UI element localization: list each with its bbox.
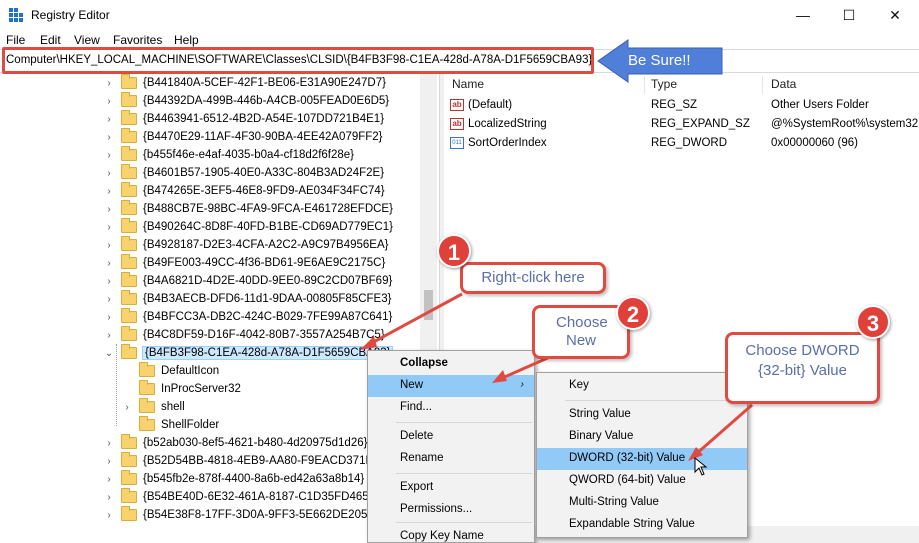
callout-choose-dword: Choose DWORD {32-bit} Value xyxy=(725,332,880,404)
callout-right-click: Right-click here xyxy=(460,262,606,294)
mouse-cursor-icon xyxy=(694,456,708,476)
be-sure-label: Be Sure!! xyxy=(628,52,691,69)
step-3-badge: 3 xyxy=(856,305,890,339)
step-2-badge: 2 xyxy=(616,296,650,330)
step-1-badge: 1 xyxy=(437,234,471,268)
